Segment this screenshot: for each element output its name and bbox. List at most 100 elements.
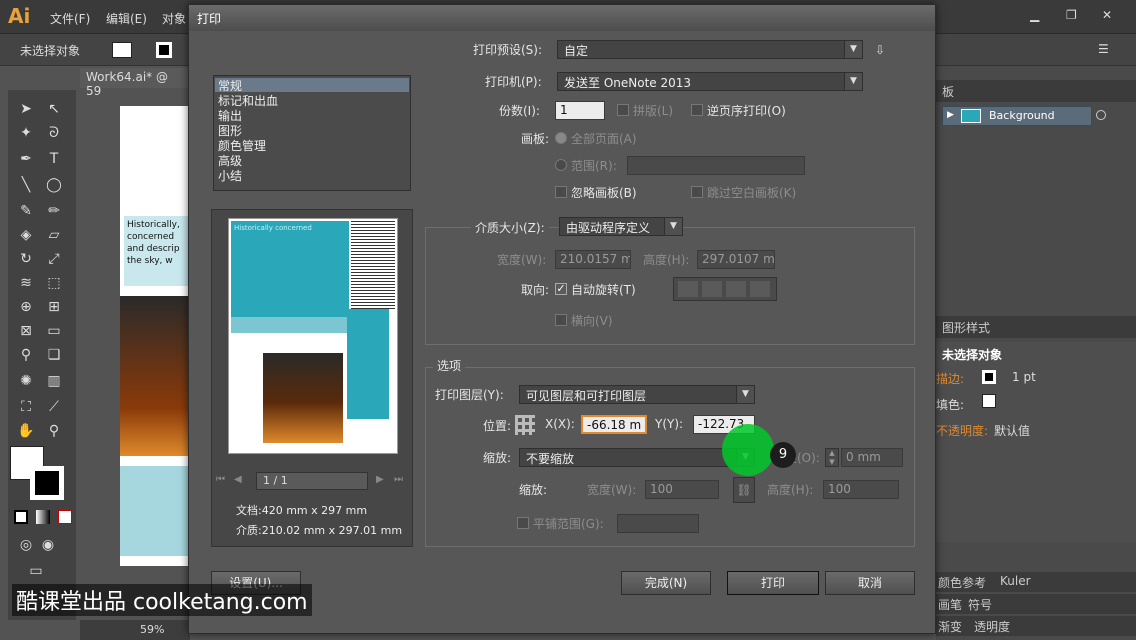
printer-dropdown[interactable]: 发送至 OneNote 2013 ▼ — [557, 72, 863, 91]
blob-brush-icon[interactable]: ◈ — [14, 224, 38, 246]
document-tab[interactable]: Work64.ai* @ 59 — [80, 68, 190, 98]
eyedropper-icon[interactable]: ⚲ — [14, 344, 38, 366]
stroke-appearance-swatch[interactable] — [982, 370, 996, 384]
minimize-icon[interactable]: ▁ — [1030, 8, 1039, 22]
auto-rotate-checkbox[interactable]: ✓ — [555, 283, 567, 295]
hand-tool-icon[interactable]: ✋ — [14, 420, 38, 442]
scale-tool-icon[interactable]: ⤢ — [42, 248, 66, 270]
line-tool-icon[interactable]: ╲ — [14, 174, 38, 196]
gradient-mode-icon[interactable] — [36, 510, 50, 524]
artboard-tool-icon[interactable]: ⛶ — [14, 396, 38, 418]
landscape-checkbox[interactable] — [555, 314, 567, 326]
selection-tool-icon[interactable]: ➤ — [14, 98, 38, 120]
copies-field[interactable]: 1 — [555, 101, 605, 120]
rotate-tool-icon[interactable]: ↻ — [14, 248, 38, 270]
perspective-grid-icon[interactable]: ⊞ — [42, 296, 66, 318]
gradient-tool-icon[interactable]: ▭ — [42, 320, 66, 342]
expand-icon[interactable]: ▶ — [947, 110, 954, 120]
prev-page-icon[interactable]: ◀ — [234, 474, 242, 485]
symbol-sprayer-icon[interactable]: ✺ — [14, 370, 38, 392]
tab-kuler[interactable]: Kuler — [1000, 574, 1031, 588]
direct-selection-icon[interactable]: ↖ — [42, 98, 66, 120]
x-position-field[interactable]: -66.18 m — [581, 415, 647, 434]
zoom-level[interactable]: 59% — [140, 623, 164, 636]
skip-blank-checkbox[interactable] — [691, 186, 703, 198]
graphic-styles-header[interactable]: 图形样式 — [936, 316, 1136, 338]
layers-panel-header[interactable]: 板 — [936, 80, 1136, 102]
menu-edit[interactable]: 编辑(E) — [106, 10, 147, 27]
close-icon[interactable]: ✕ — [1102, 8, 1112, 22]
last-page-icon[interactable]: ⏭ — [394, 474, 403, 485]
stroke-swatch[interactable] — [156, 42, 172, 58]
landscape-icon[interactable] — [702, 281, 722, 297]
free-transform-icon[interactable]: ⬚ — [42, 272, 66, 294]
tab-gradient[interactable]: 渐变 — [938, 618, 962, 635]
category-summary[interactable]: 小结 — [218, 167, 242, 184]
shape-builder-icon[interactable]: ⊕ — [14, 296, 38, 318]
type-tool-icon[interactable]: T — [42, 148, 66, 170]
pencil-tool-icon[interactable]: ✏ — [42, 200, 66, 222]
draw-behind-icon[interactable]: ◉ — [36, 534, 60, 556]
tile-range-checkbox[interactable] — [517, 517, 529, 529]
portrait-flipped-icon[interactable] — [726, 281, 746, 297]
tab-transparency[interactable]: 透明度 — [974, 618, 1010, 635]
scale-width-field[interactable]: 100 — [645, 480, 719, 499]
print-layers-dropdown[interactable]: 可见图层和可打印图层 ▼ — [519, 385, 755, 404]
tile-range-field[interactable] — [617, 514, 699, 533]
magic-wand-icon[interactable]: ✦ — [14, 122, 38, 144]
zoom-tool-icon[interactable]: ⚲ — [42, 420, 66, 442]
menu-object[interactable]: 对象 — [162, 10, 186, 27]
overlap-field[interactable]: 0 mm — [841, 448, 903, 467]
height-field[interactable]: 297.0107 m — [697, 250, 775, 269]
layer-row[interactable]: ▶ Background — [942, 106, 1092, 126]
tab-color-guide[interactable]: 颜色参考 — [938, 574, 986, 591]
range-field[interactable] — [627, 156, 805, 175]
none-mode-icon[interactable] — [58, 510, 72, 524]
landscape-flipped-icon[interactable] — [750, 281, 770, 297]
portrait-icon[interactable] — [678, 281, 698, 297]
column-graph-icon[interactable]: ▥ — [42, 370, 66, 392]
page-nav-field[interactable]: 1 / 1 — [256, 472, 368, 490]
tab-symbols[interactable]: 符号 — [968, 596, 992, 613]
ellipse-tool-icon[interactable]: ◯ — [42, 174, 66, 196]
reverse-order-checkbox[interactable] — [691, 104, 703, 116]
fill-appearance-swatch[interactable] — [982, 394, 996, 408]
media-size-dropdown[interactable]: 由驱动程序定义 ▼ — [559, 217, 683, 236]
position-grid-icon[interactable] — [515, 415, 535, 435]
menu-file[interactable]: 文件(F) — [50, 10, 90, 27]
first-page-icon[interactable]: ⏮ — [216, 474, 225, 485]
ignore-artboards-checkbox[interactable] — [555, 186, 567, 198]
screen-mode-icon[interactable]: ▭ — [24, 560, 48, 582]
link-icon[interactable]: ⛓ — [733, 477, 755, 503]
preset-dropdown[interactable]: 自定 ▼ — [557, 40, 863, 59]
color-mode-icon[interactable] — [14, 510, 28, 524]
width-field[interactable]: 210.0157 m — [555, 250, 631, 269]
pen-tool-icon[interactable]: ✒ — [14, 148, 38, 170]
warp-tool-icon[interactable]: ≋ — [14, 272, 38, 294]
stroke-color-box[interactable] — [30, 466, 64, 500]
tab-brushes[interactable]: 画笔 — [938, 596, 962, 613]
cancel-button[interactable]: 取消 — [825, 571, 915, 595]
range-radio[interactable] — [555, 159, 567, 171]
brush-tool-icon[interactable]: ✎ — [14, 200, 38, 222]
lasso-icon[interactable]: ᘐ — [42, 122, 66, 144]
preview-page[interactable]: Historically concerned — [228, 218, 398, 454]
mesh-tool-icon[interactable]: ⊠ — [14, 320, 38, 342]
all-pages-radio[interactable] — [555, 132, 567, 144]
slice-tool-icon[interactable]: ⟋ — [42, 396, 66, 418]
scaling-dropdown[interactable]: 不要缩放▼ — [519, 448, 755, 467]
overlap-stepper-icon[interactable]: ▲ ▼ — [825, 448, 839, 467]
dialog-titlebar[interactable]: 打印 — [189, 5, 935, 31]
next-page-icon[interactable]: ▶ — [376, 474, 384, 485]
save-preset-icon[interactable]: ⇩ — [875, 43, 885, 57]
blend-tool-icon[interactable]: ❏ — [42, 344, 66, 366]
maximize-icon[interactable]: ❐ — [1066, 8, 1077, 22]
window-controls[interactable]: ▁ ❐ ✕ — [1026, 8, 1126, 24]
fill-swatch[interactable] — [112, 42, 132, 58]
collate-checkbox[interactable] — [617, 104, 629, 116]
draw-normal-icon[interactable]: ◎ — [14, 534, 38, 556]
layer-target-icon[interactable] — [1096, 110, 1106, 120]
done-button[interactable]: 完成(N) — [621, 571, 711, 595]
print-button[interactable]: 打印 — [727, 571, 819, 595]
panel-menu-icon[interactable]: ☰ — [1098, 42, 1109, 56]
